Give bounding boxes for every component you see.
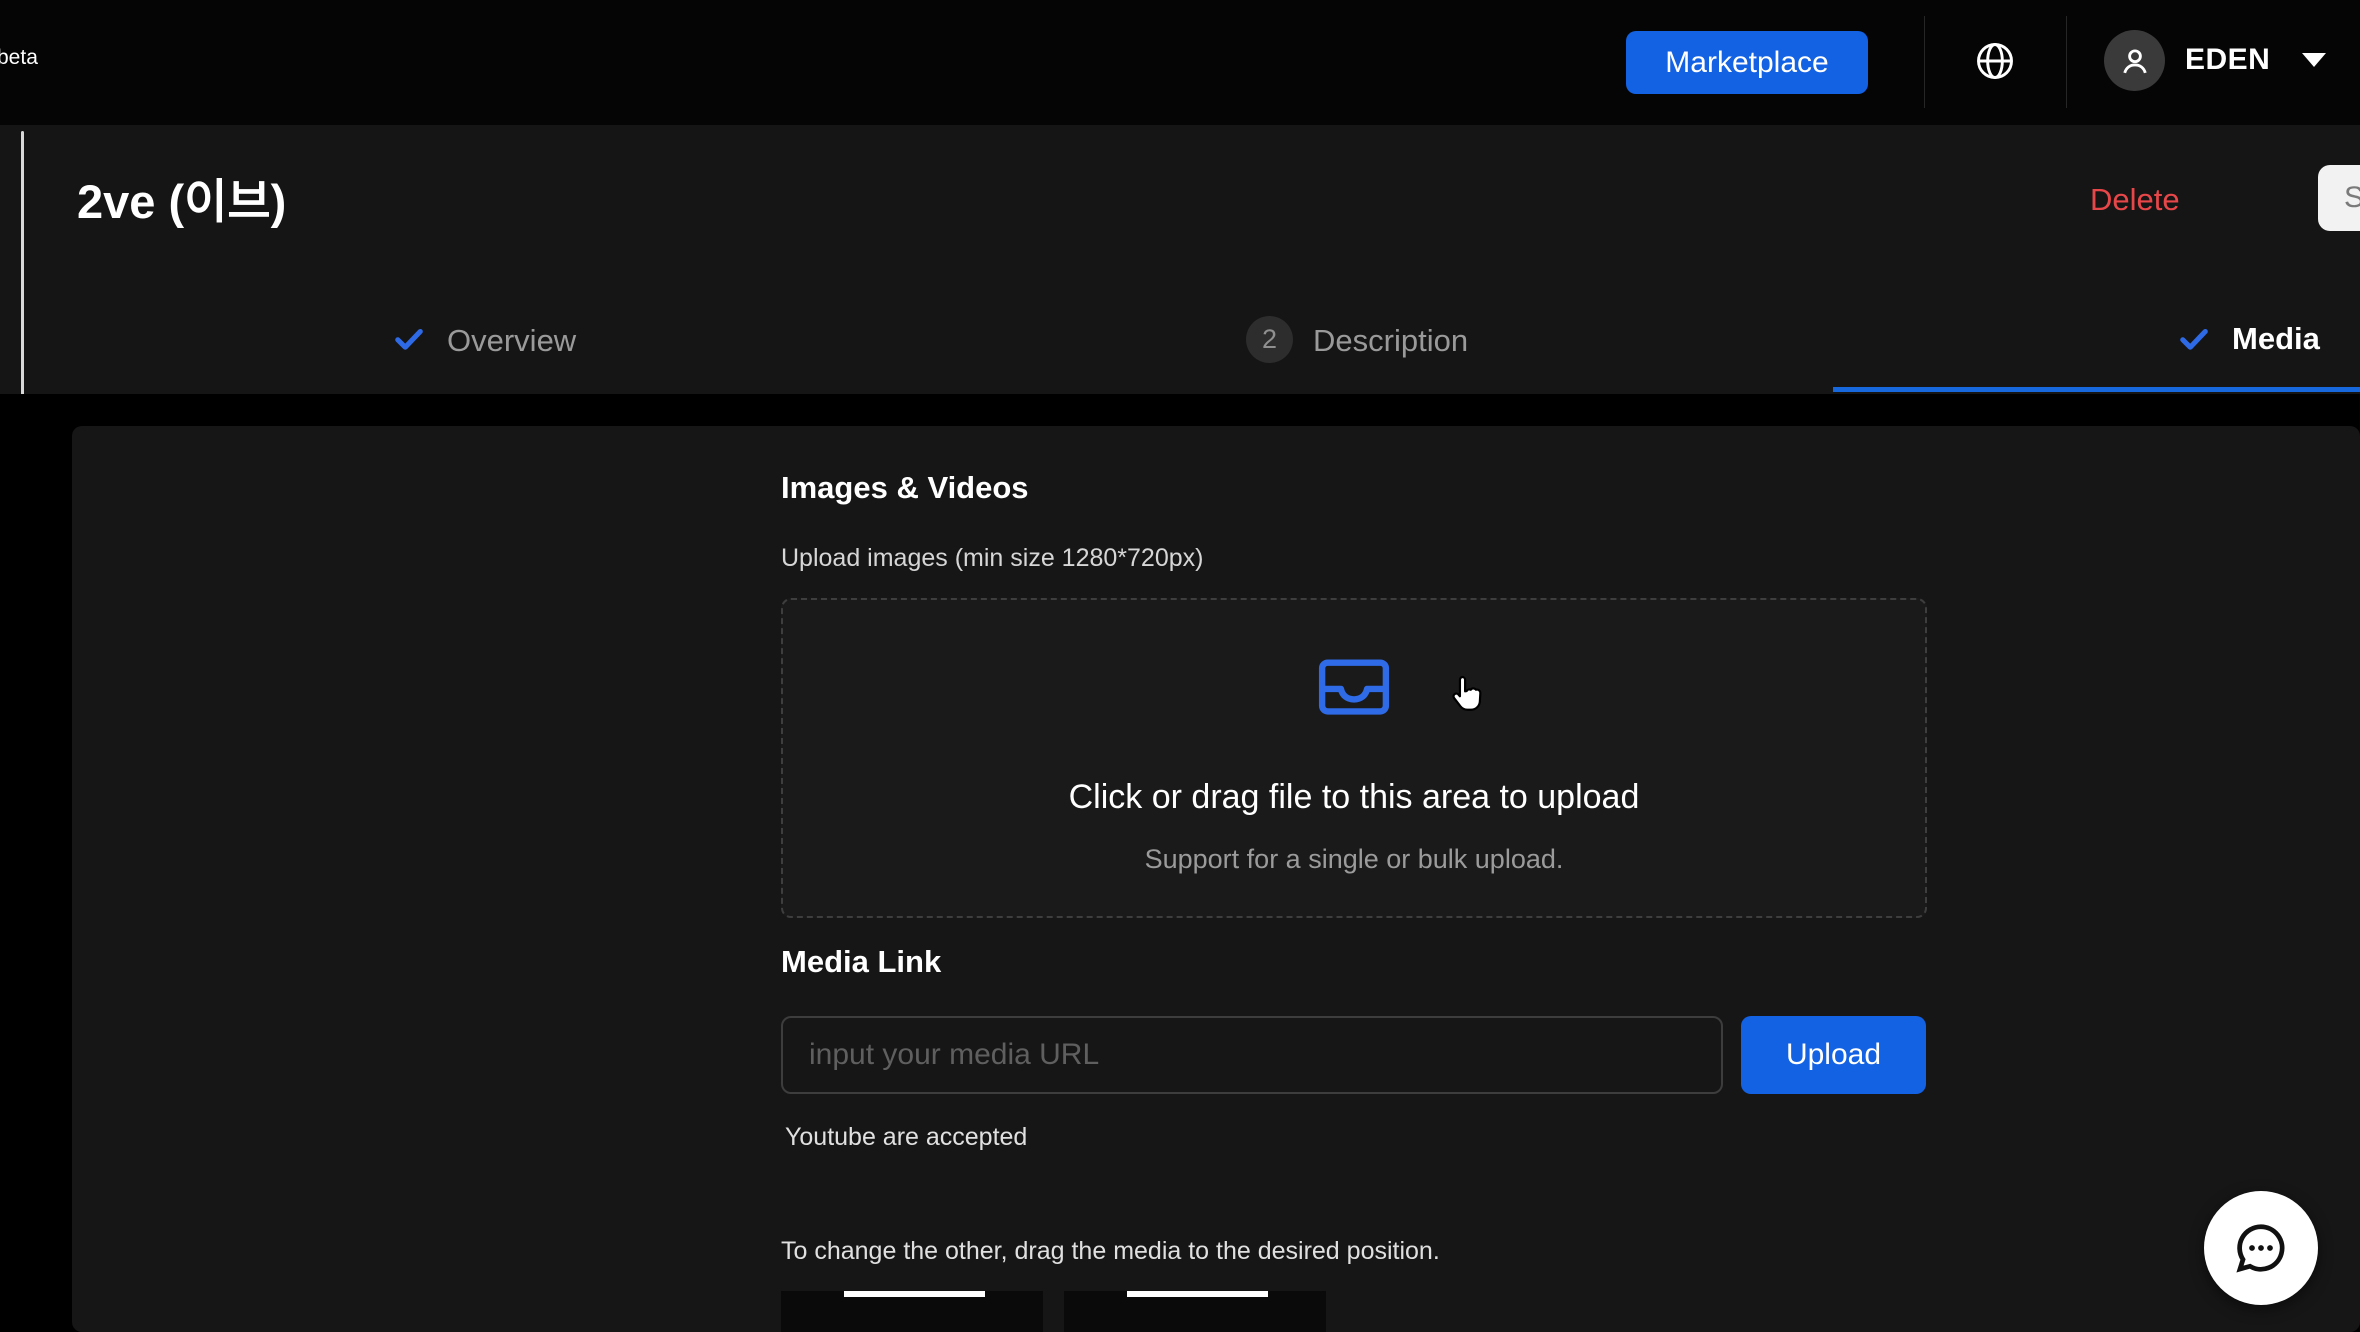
- thumbnail-bar: [1127, 1291, 1268, 1297]
- cursor-pointer-icon: [1445, 672, 1489, 716]
- user-avatar[interactable]: [2104, 30, 2165, 91]
- caret-down-icon[interactable]: [2302, 53, 2326, 67]
- marketplace-button[interactable]: Marketplace: [1626, 31, 1868, 94]
- images-videos-heading: Images & Videos: [781, 470, 1029, 506]
- active-tab-underline: [1833, 387, 2360, 392]
- media-thumbnail[interactable]: [781, 1291, 1043, 1332]
- media-card: Images & Videos Upload images (min size …: [72, 426, 2360, 1332]
- thumbnail-bar: [844, 1291, 985, 1297]
- tab-overview[interactable]: Overview: [447, 323, 576, 359]
- tab-media[interactable]: Media: [2232, 321, 2320, 357]
- step-number-badge: 2: [1246, 316, 1293, 363]
- check-icon: [2176, 321, 2212, 357]
- dropzone-subtitle: Support for a single or bulk upload.: [783, 844, 1925, 875]
- reorder-note: To change the other, drag the media to t…: [781, 1237, 1440, 1266]
- chat-icon: [2231, 1218, 2291, 1278]
- media-link-heading: Media Link: [781, 944, 941, 980]
- upload-button[interactable]: Upload: [1741, 1016, 1926, 1094]
- file-dropzone[interactable]: Click or drag file to this area to uploa…: [781, 598, 1927, 918]
- page-header: 2ve (이브) Delete S Overview 2 Description…: [0, 125, 2360, 394]
- page-title: 2ve (이브): [77, 163, 286, 232]
- inbox-icon: [1309, 642, 1399, 730]
- tab-description[interactable]: Description: [1313, 323, 1468, 359]
- chat-widget-button[interactable]: [2204, 1191, 2318, 1305]
- youtube-note: Youtube are accepted: [785, 1123, 1027, 1152]
- delete-button[interactable]: Delete: [2090, 182, 2180, 218]
- user-name: EDEN: [2185, 43, 2270, 77]
- upload-size-hint: Upload images (min size 1280*720px): [781, 544, 1203, 573]
- language-globe-icon[interactable]: [1973, 39, 2017, 83]
- user-icon: [2116, 42, 2154, 80]
- content-area: Images & Videos Upload images (min size …: [0, 394, 2360, 1332]
- media-thumbnail[interactable]: [1064, 1291, 1326, 1332]
- topbar-divider: [1924, 16, 1925, 108]
- save-button[interactable]: S: [2318, 165, 2360, 231]
- check-icon: [391, 321, 427, 357]
- dropzone-title: Click or drag file to this area to uploa…: [783, 778, 1925, 817]
- topbar-divider: [2066, 16, 2067, 108]
- page: beta Marketplace EDEN 2ve (이브) Delete S: [0, 0, 2360, 1332]
- media-url-input[interactable]: [781, 1016, 1723, 1094]
- top-navigation-bar: beta Marketplace EDEN: [0, 0, 2360, 125]
- logo-beta-text: beta: [0, 46, 38, 70]
